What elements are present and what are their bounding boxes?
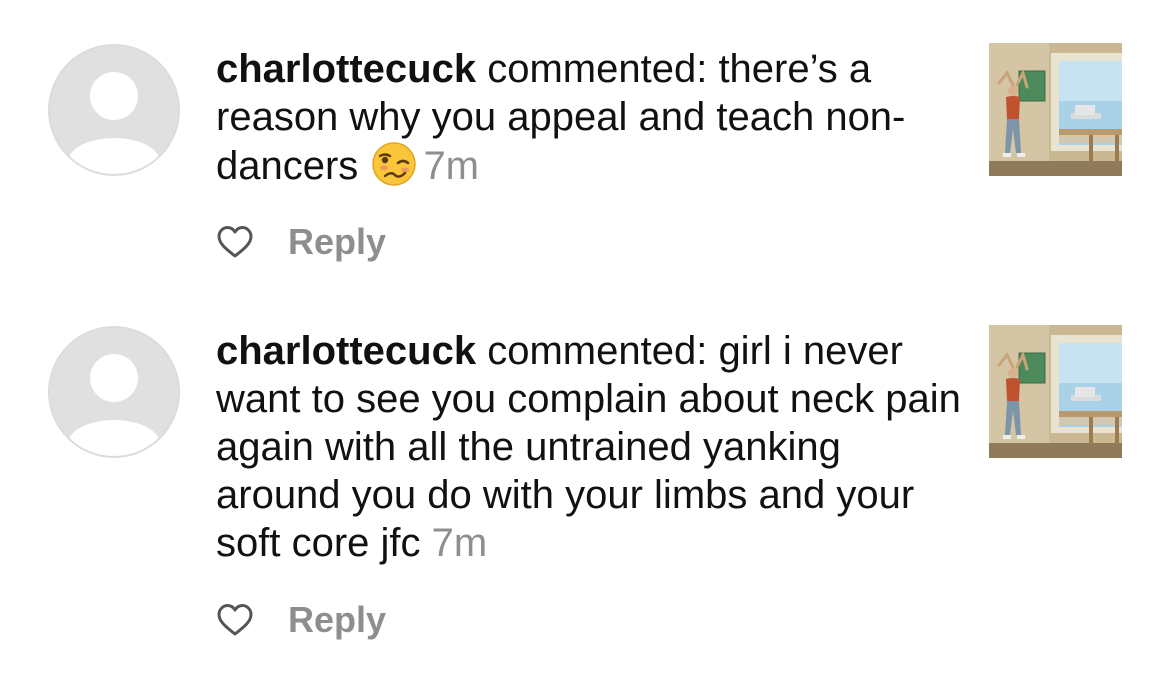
timestamp: 7m <box>431 521 488 565</box>
default-avatar-icon <box>50 328 178 456</box>
post-thumbnail[interactable] <box>989 325 1122 458</box>
avatar[interactable] <box>48 326 180 458</box>
reply-button[interactable]: Reply <box>288 221 386 263</box>
username[interactable]: charlottecuck <box>216 47 476 91</box>
notification-item: charlottecuck commented: girl i never wa… <box>0 300 1170 674</box>
comment-text: charlottecuck commented: there’s a reaso… <box>216 45 961 190</box>
comment-action: commented: <box>476 329 719 373</box>
notification-item: charlottecuck commented: there’s a reaso… <box>0 0 1170 300</box>
default-avatar-icon <box>50 46 178 174</box>
heart-outline-icon[interactable] <box>216 602 254 638</box>
username[interactable]: charlottecuck <box>216 329 476 373</box>
reply-button[interactable]: Reply <box>288 599 386 641</box>
comment-action: commented: <box>476 47 719 91</box>
comment-text: charlottecuck commented: girl i never wa… <box>216 327 961 567</box>
avatar[interactable] <box>48 44 180 176</box>
comment-actions: Reply <box>216 221 386 263</box>
heart-outline-icon[interactable] <box>216 224 254 260</box>
comment-actions: Reply <box>216 599 386 641</box>
timestamp: 7m <box>423 144 480 188</box>
post-thumbnail[interactable] <box>989 43 1122 176</box>
woozy-face-emoji-icon <box>371 141 417 187</box>
